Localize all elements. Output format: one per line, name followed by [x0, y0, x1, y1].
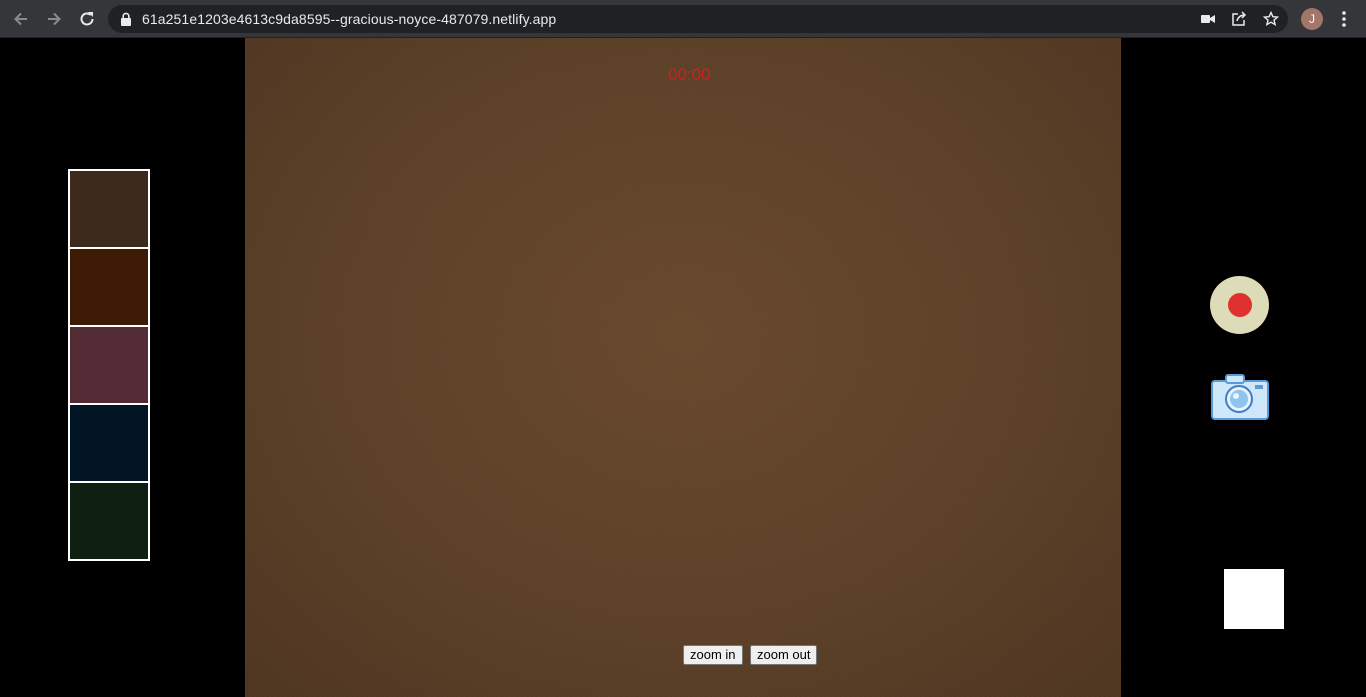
capture-button[interactable] [1210, 373, 1270, 421]
lock-icon [121, 12, 131, 26]
address-bar[interactable]: 61a251e1203e4613c9da8595--gracious-noyce… [108, 5, 1288, 33]
zoom-out-button[interactable]: zoom out [750, 645, 818, 665]
profile-avatar[interactable]: J [1301, 8, 1323, 30]
url-text: 61a251e1203e4613c9da8595--gracious-noyce… [142, 11, 557, 27]
filter-swatch-3[interactable] [68, 325, 150, 405]
back-button[interactable] [9, 7, 33, 31]
camera-app: 00:00 zoom in zoom out [0, 38, 1366, 697]
filter-swatch-1[interactable] [68, 169, 150, 249]
back-icon [14, 12, 27, 26]
record-icon [1227, 293, 1252, 317]
reload-button[interactable] [75, 7, 99, 31]
filter-swatch-5[interactable] [68, 481, 150, 561]
bookmark-star-icon[interactable] [1262, 10, 1280, 28]
share-icon[interactable] [1230, 10, 1248, 28]
forward-button[interactable] [42, 7, 66, 31]
reload-icon [80, 12, 94, 26]
filter-palette [68, 169, 150, 561]
camera-indicator-icon[interactable] [1199, 10, 1217, 28]
record-button[interactable] [1210, 276, 1269, 334]
kebab-menu-icon[interactable] [1334, 7, 1354, 31]
camera-icon [1211, 374, 1269, 420]
filter-swatch-2[interactable] [68, 247, 150, 327]
zoom-in-button[interactable]: zoom in [683, 645, 743, 665]
filter-swatch-4[interactable] [68, 403, 150, 483]
camera-feed: 00:00 zoom in zoom out [245, 38, 1121, 697]
browser-toolbar: 61a251e1203e4613c9da8595--gracious-noyce… [0, 0, 1366, 38]
forward-icon [48, 12, 61, 26]
recording-timer: 00:00 [668, 65, 711, 84]
gallery-thumbnail[interactable] [1224, 569, 1284, 629]
